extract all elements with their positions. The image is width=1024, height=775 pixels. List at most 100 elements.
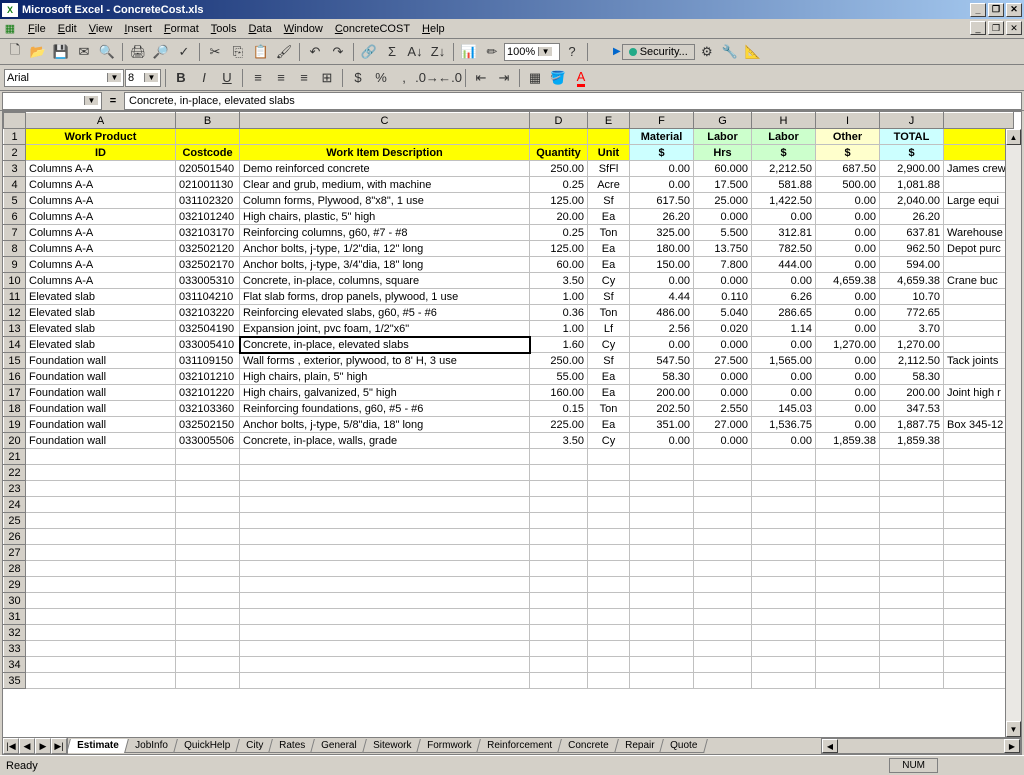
cell-C20[interactable]: Concrete, in-place, walls, grade [240, 433, 530, 449]
cell-J3[interactable]: 2,900.00 [880, 161, 944, 177]
cell-empty-33-6[interactable] [694, 641, 752, 657]
cell-I16[interactable]: 0.00 [816, 369, 880, 385]
cell-J4[interactable]: 1,081.88 [880, 177, 944, 193]
cell-D12[interactable]: 0.36 [530, 305, 588, 321]
cell-empty-22-6[interactable] [694, 465, 752, 481]
cell-C9[interactable]: Anchor bolts, j-type, 3/4"dia, 18" long [240, 257, 530, 273]
cell-J9[interactable]: 594.00 [880, 257, 944, 273]
cell-E4[interactable]: Acre [588, 177, 630, 193]
row-header-20[interactable]: 20 [4, 433, 26, 449]
cell-empty-23-7[interactable] [752, 481, 816, 497]
cell-F14[interactable]: 0.00 [630, 337, 694, 353]
cell-H9[interactable]: 444.00 [752, 257, 816, 273]
cell-K5[interactable]: Large equi [944, 193, 1014, 209]
row-header-23[interactable]: 23 [4, 481, 26, 497]
cell-empty-23-0[interactable] [26, 481, 176, 497]
cell-B10[interactable]: 033005310 [176, 273, 240, 289]
cell-K14[interactable] [944, 337, 1014, 353]
row-header-14[interactable]: 14 [4, 337, 26, 353]
menu-tools[interactable]: Tools [205, 21, 243, 37]
name-box[interactable]: ▼ [2, 92, 102, 110]
cell-H7[interactable]: 312.81 [752, 225, 816, 241]
cell-empty-21-1[interactable] [176, 449, 240, 465]
cell-empty-34-10[interactable] [944, 657, 1014, 673]
cell-H15[interactable]: 1,565.00 [752, 353, 816, 369]
cell-C19[interactable]: Anchor bolts, j-type, 5/8"dia, 18" long [240, 417, 530, 433]
close-button[interactable]: ✕ [1006, 3, 1022, 17]
cell-empty-27-1[interactable] [176, 545, 240, 561]
security-button[interactable]: Security... [622, 44, 695, 60]
row-header-32[interactable]: 32 [4, 625, 26, 641]
sheet-tab-general[interactable]: General [310, 739, 367, 753]
cell-empty-33-1[interactable] [176, 641, 240, 657]
decrease-indent-icon[interactable]: ⇤ [470, 67, 492, 89]
header-B[interactable] [176, 129, 240, 145]
cell-K19[interactable]: Box 345-12 [944, 417, 1014, 433]
row-header-26[interactable]: 26 [4, 529, 26, 545]
cell-empty-25-10[interactable] [944, 513, 1014, 529]
cell-empty-33-0[interactable] [26, 641, 176, 657]
restore-button[interactable]: ❐ [988, 3, 1004, 17]
cell-B3[interactable]: 020501540 [176, 161, 240, 177]
cell-J19[interactable]: 1,887.75 [880, 417, 944, 433]
cell-B9[interactable]: 032502170 [176, 257, 240, 273]
cell-empty-26-4[interactable] [588, 529, 630, 545]
cell-empty-26-2[interactable] [240, 529, 530, 545]
row-header-22[interactable]: 22 [4, 465, 26, 481]
cell-empty-21-7[interactable] [752, 449, 816, 465]
cell-I18[interactable]: 0.00 [816, 401, 880, 417]
cell-D9[interactable]: 60.00 [530, 257, 588, 273]
cell-D8[interactable]: 125.00 [530, 241, 588, 257]
cell-C17[interactable]: High chairs, galvanized, 5" high [240, 385, 530, 401]
cell-K13[interactable] [944, 321, 1014, 337]
cell-D19[interactable]: 225.00 [530, 417, 588, 433]
cell-G20[interactable]: 0.000 [694, 433, 752, 449]
header-C[interactable] [240, 129, 530, 145]
cell-empty-24-9[interactable] [880, 497, 944, 513]
cell-empty-23-8[interactable] [816, 481, 880, 497]
cell-I17[interactable]: 0.00 [816, 385, 880, 401]
cell-K17[interactable]: Joint high r [944, 385, 1014, 401]
cell-H16[interactable]: 0.00 [752, 369, 816, 385]
select-all-corner[interactable] [4, 113, 26, 129]
cell-C7[interactable]: Reinforcing columns, g60, #7 - #8 [240, 225, 530, 241]
cell-J17[interactable]: 200.00 [880, 385, 944, 401]
undo-icon[interactable]: ↶ [304, 41, 326, 63]
menu-help[interactable]: Help [416, 21, 451, 37]
cell-empty-28-5[interactable] [630, 561, 694, 577]
cell-empty-31-3[interactable] [530, 609, 588, 625]
cell-empty-28-3[interactable] [530, 561, 588, 577]
cell-empty-30-8[interactable] [816, 593, 880, 609]
cell-A6[interactable]: Columns A-A [26, 209, 176, 225]
cell-empty-32-8[interactable] [816, 625, 880, 641]
cell-F3[interactable]: 0.00 [630, 161, 694, 177]
cell-F9[interactable]: 150.00 [630, 257, 694, 273]
cell-B12[interactable]: 032103220 [176, 305, 240, 321]
cell-E10[interactable]: Cy [588, 273, 630, 289]
increase-decimal-icon[interactable]: .0→ [416, 67, 438, 89]
cell-empty-24-6[interactable] [694, 497, 752, 513]
col-header-blank[interactable] [944, 113, 1014, 129]
cell-B18[interactable]: 032103360 [176, 401, 240, 417]
cell-J7[interactable]: 637.81 [880, 225, 944, 241]
cell-E12[interactable]: Ton [588, 305, 630, 321]
cell-F17[interactable]: 200.00 [630, 385, 694, 401]
cell-empty-30-9[interactable] [880, 593, 944, 609]
cell-D10[interactable]: 3.50 [530, 273, 588, 289]
cell-empty-27-9[interactable] [880, 545, 944, 561]
cell-F18[interactable]: 202.50 [630, 401, 694, 417]
cell-empty-31-7[interactable] [752, 609, 816, 625]
cell-B4[interactable]: 021001130 [176, 177, 240, 193]
col-header-B[interactable]: B [176, 113, 240, 129]
cell-E8[interactable]: Ea [588, 241, 630, 257]
cell-empty-32-0[interactable] [26, 625, 176, 641]
cell-J13[interactable]: 3.70 [880, 321, 944, 337]
cell-empty-31-5[interactable] [630, 609, 694, 625]
cell-H19[interactable]: 1,536.75 [752, 417, 816, 433]
cell-empty-33-3[interactable] [530, 641, 588, 657]
cell-I14[interactable]: 1,270.00 [816, 337, 880, 353]
cell-D20[interactable]: 3.50 [530, 433, 588, 449]
cell-empty-27-8[interactable] [816, 545, 880, 561]
cell-H17[interactable]: 0.00 [752, 385, 816, 401]
menu-insert[interactable]: Insert [118, 21, 158, 37]
